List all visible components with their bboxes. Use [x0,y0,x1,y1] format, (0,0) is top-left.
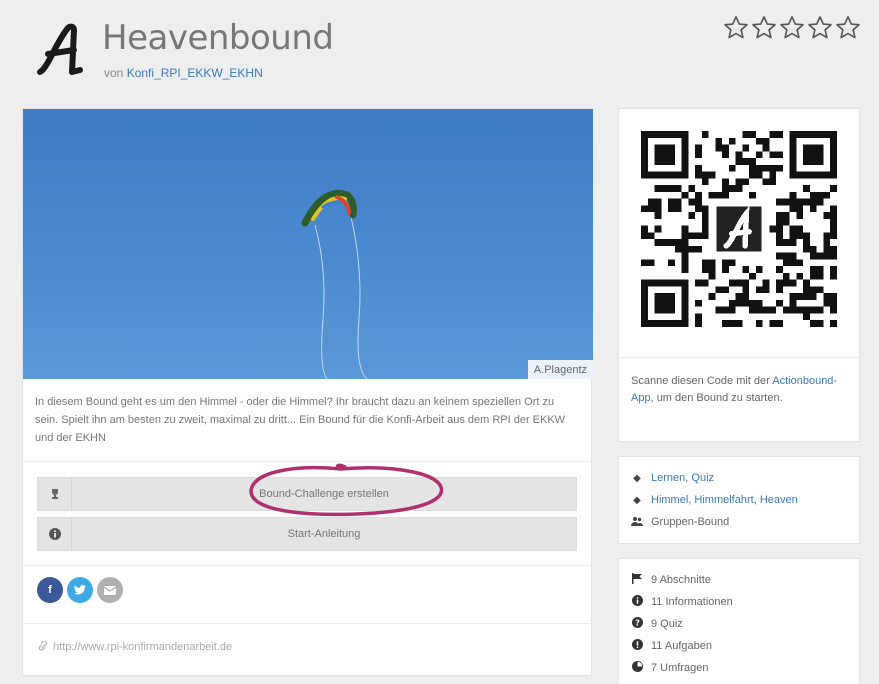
hero-image: A.Plagentz [23,109,593,379]
svg-text:?: ? [635,618,640,628]
bound-main-card: A.Plagentz In diesem Bound geht es um de… [22,108,593,676]
byline: von Konfi_RPI_EKKW_EKHN [104,66,263,80]
star-icon[interactable] [834,14,862,42]
divider [23,461,593,462]
star-icon[interactable] [750,14,778,42]
stat-row: 9 Abschnitte [631,569,847,591]
information-count: 11 Informationen [651,596,733,608]
stat-row: 11 Aufgaben [631,635,847,657]
question-icon: ? [631,617,643,631]
image-credit: A.Plagentz [527,360,593,379]
star-icon[interactable] [806,14,834,42]
scan-prefix: Scanne diesen Code mit der [631,375,770,387]
mode-row: Gruppen-Bound [631,511,847,533]
group-icon [631,516,643,529]
website-link[interactable]: http://www.rpi-konfirmandenarbeit.de [37,641,232,653]
keyword-link[interactable]: Heaven [760,494,798,506]
keyword-link[interactable]: Himmel [651,494,688,506]
trophy-icon [38,478,72,510]
stat-row: 11 Informationen [631,591,847,613]
actionbound-logo [37,23,83,75]
exclamation-icon [631,639,643,653]
category-link[interactable]: Lernen [651,472,685,484]
link-icon [38,641,48,651]
divider [23,623,593,624]
by-prefix: von [104,66,124,80]
category-row: ◆ Lernen, Quiz [631,467,847,489]
survey-icon [631,661,643,675]
stats-card: 9 Abschnitte 11 Informationen ? 9 Quiz 1… [618,558,860,684]
kite-icon [301,190,368,379]
bound-description: In diesem Bound geht es um den Himmel - … [35,396,566,444]
task-count: 11 Aufgaben [651,640,712,652]
share-buttons: f [37,577,123,603]
keyword-row: ◆ Himmel, Himmelfahrt, Heaven [631,489,847,511]
tags-icon: ◆ [633,494,641,506]
tag-icon: ◆ [633,472,641,484]
sections-count: 9 Abschnitte [651,574,711,586]
page-title: Heavenbound [102,18,334,58]
stat-row: 7 Umfragen [631,657,847,679]
rating-stars[interactable] [722,14,862,42]
star-icon[interactable] [722,14,750,42]
qr-card: Scanne diesen Code mit der Actionbound-A… [618,108,860,442]
star-icon[interactable] [778,14,806,42]
email-icon[interactable] [97,577,123,603]
scan-instructions: Scanne diesen Code mit der Actionbound-A… [631,373,851,407]
divider [23,565,593,566]
stat-row: ? 9 Quiz [631,613,847,635]
info-icon [38,518,72,550]
category-link[interactable]: Quiz [691,472,714,484]
tags-card: ◆ Lernen, Quiz ◆ Himmel, Himmelfahrt, He… [618,456,860,544]
scan-suffix: , um den Bound zu starten. [650,392,783,404]
bound-mode: Gruppen-Bound [651,516,730,528]
survey-count: 7 Umfragen [651,662,709,674]
flag-icon [631,573,643,587]
quiz-count: 9 Quiz [651,618,683,630]
divider [619,357,859,358]
info-icon [631,595,643,609]
twitter-icon[interactable] [67,577,93,603]
start-guide-label: Start-Anleitung [287,528,361,540]
website-url: http://www.rpi-konfirmandenarbeit.de [53,641,233,653]
keyword-link[interactable]: Himmelfahrt [694,494,753,506]
qr-code[interactable] [641,131,837,327]
facebook-icon[interactable]: f [37,577,63,603]
annotation-highlight [249,463,444,517]
start-guide-button[interactable]: Start-Anleitung [37,517,577,551]
author-link[interactable]: Konfi_RPI_EKKW_EKHN [127,66,263,80]
